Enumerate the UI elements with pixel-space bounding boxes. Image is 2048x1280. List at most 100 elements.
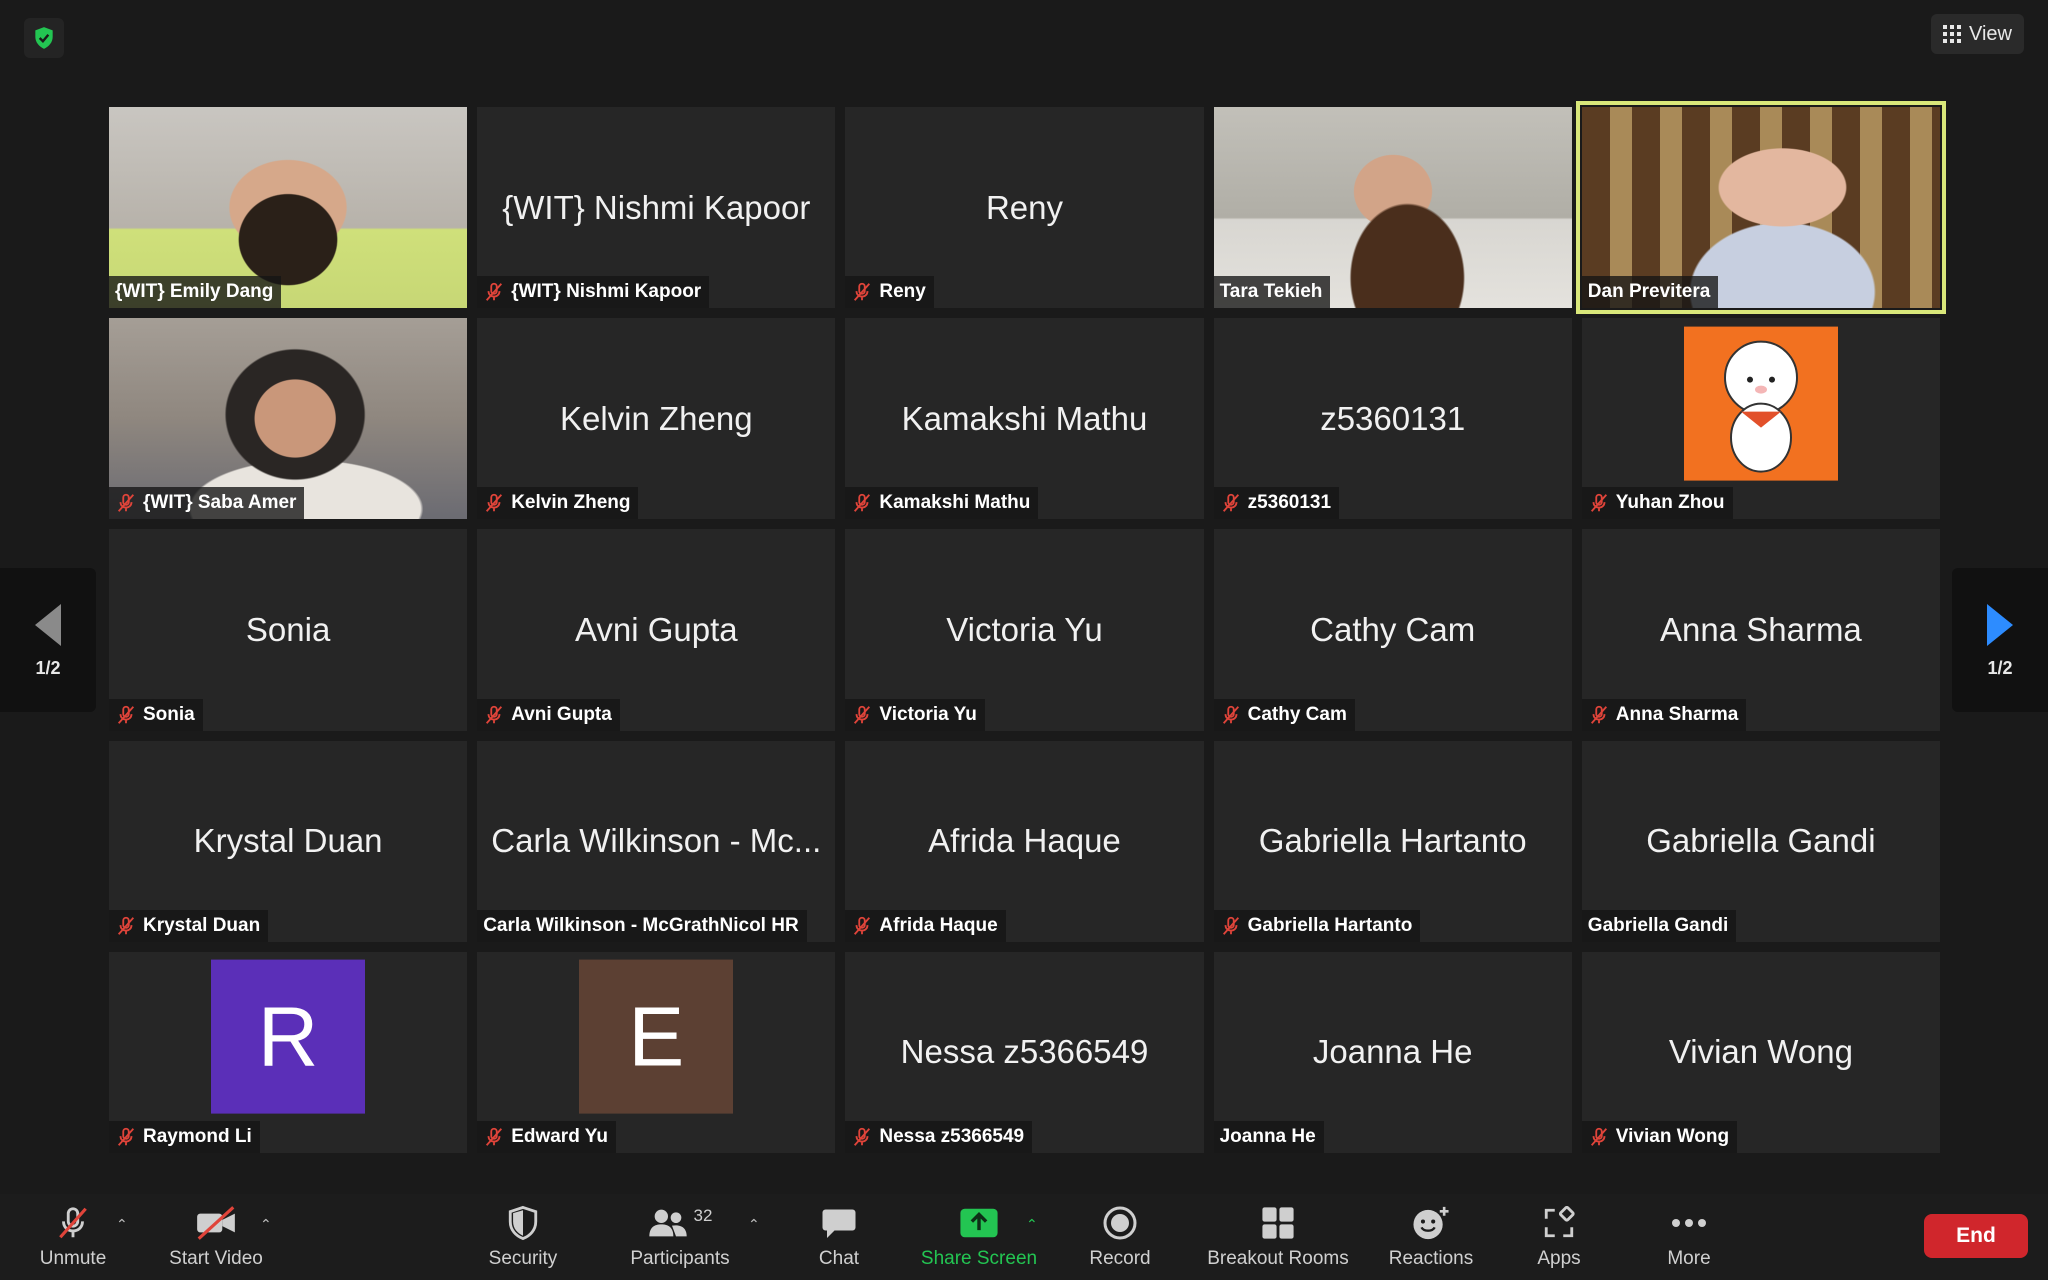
participant-tile[interactable]: Joanna He Joanna He [1213, 951, 1572, 1153]
participant-display-name: Kamakshi Mathu [901, 399, 1148, 437]
apps-label: Apps [1537, 1248, 1581, 1269]
next-page-button[interactable]: 1/2 [1952, 568, 2048, 712]
muted-mic-icon [1222, 494, 1239, 513]
participant-name-label: Avni Gupta [477, 698, 620, 731]
participant-tile-active-speaker[interactable]: Dan Previtera [1575, 100, 1947, 315]
participant-tile[interactable]: Krystal Duan Krystal Duan [109, 740, 468, 942]
reactions-label: Reactions [1388, 1248, 1474, 1269]
participant-tile[interactable]: Yuhan Zhou [1581, 318, 1940, 520]
chat-bubble-icon [822, 1209, 856, 1238]
participants-button[interactable]: 32 Participants [624, 1202, 736, 1270]
participant-tile[interactable]: Avni Gupta Avni Gupta [477, 529, 836, 731]
record-button[interactable]: Record [1082, 1202, 1158, 1270]
participant-name-label: Krystal Duan [109, 909, 269, 942]
view-label: View [1969, 22, 2012, 45]
participant-name-label: Reny [845, 276, 934, 309]
record-label: Record [1089, 1248, 1151, 1269]
participant-name-label: Nessa z5366549 [845, 1120, 1033, 1153]
participant-name-label: Sonia [109, 698, 203, 731]
muted-mic-icon [854, 283, 871, 302]
participant-gallery: {WIT} Emily Dang {WIT} Nishmi Kapoor {WI… [109, 100, 1947, 1153]
share-screen-arrow-icon [960, 1208, 998, 1238]
participant-name-label: Kelvin Zheng [477, 487, 639, 520]
share-screen-button[interactable]: Share Screen [914, 1202, 1044, 1270]
muted-mic-icon [486, 1127, 503, 1146]
muted-mic-icon [854, 494, 871, 513]
mic-off-icon [59, 1207, 87, 1239]
participant-name-label: {WIT} Nishmi Kapoor [477, 276, 710, 309]
security-label: Security [488, 1248, 558, 1269]
start-video-label: Start Video [169, 1248, 263, 1269]
participant-tile[interactable]: Afrida Haque Afrida Haque [845, 740, 1204, 942]
participant-tile[interactable]: Kelvin Zheng Kelvin Zheng [477, 318, 836, 520]
participant-name-label: Afrida Haque [845, 909, 1006, 942]
participant-tile[interactable]: {WIT} Nishmi Kapoor {WIT} Nishmi Kapoor [477, 107, 836, 309]
muted-mic-icon [854, 705, 871, 724]
participant-name-label: {WIT} Saba Amer [109, 487, 305, 520]
chat-label: Chat [818, 1248, 860, 1269]
participant-display-name: Nessa z5366549 [900, 1033, 1149, 1071]
chat-button[interactable]: Chat [806, 1202, 872, 1270]
participant-tile[interactable]: Tara Tekieh [1213, 107, 1572, 309]
participant-name-label: Raymond Li [109, 1120, 260, 1153]
participant-tile[interactable]: {WIT} Saba Amer [109, 318, 468, 520]
unmute-label: Unmute [39, 1248, 107, 1269]
apps-icon [1544, 1206, 1575, 1238]
share-options-caret[interactable]: ⌃ [1026, 1216, 1038, 1233]
participants-label: Participants [630, 1248, 730, 1269]
unmute-button[interactable]: Unmute [30, 1202, 116, 1270]
participant-display-name: Kelvin Zheng [559, 399, 753, 437]
muted-mic-icon [117, 916, 135, 935]
more-button[interactable]: More [1656, 1202, 1722, 1270]
muted-mic-icon [854, 1127, 871, 1146]
audio-options-caret[interactable]: ⌃ [116, 1216, 128, 1233]
video-options-caret[interactable]: ⌃ [260, 1216, 272, 1233]
participant-tile[interactable]: Carla Wilkinson - Mc... Carla Wilkinson … [477, 740, 836, 942]
page-indicator-left: 1/2 [35, 657, 61, 678]
security-button[interactable]: Security [476, 1202, 570, 1270]
breakout-rooms-button[interactable]: Breakout Rooms [1200, 1202, 1356, 1270]
breakout-rooms-grid-icon [1262, 1207, 1294, 1239]
participant-tile[interactable]: Kamakshi Mathu Kamakshi Mathu [845, 318, 1204, 520]
participant-tile[interactable]: Cathy Cam Cathy Cam [1213, 529, 1572, 731]
participant-name-label: Edward Yu [477, 1120, 616, 1153]
participants-icon [648, 1209, 687, 1237]
apps-button[interactable]: Apps [1526, 1202, 1592, 1270]
end-meeting-button[interactable]: End [1924, 1214, 2028, 1258]
muted-mic-icon [854, 916, 871, 935]
muted-mic-icon [1222, 705, 1239, 724]
participant-tile[interactable]: {WIT} Emily Dang [109, 107, 468, 309]
participant-tile[interactable]: Gabriella Hartanto Gabriella Hartanto [1213, 740, 1572, 942]
cartoon-sheep-icon [1723, 340, 1798, 473]
record-icon [1103, 1206, 1137, 1240]
participant-tile[interactable]: Nessa z5366549 Nessa z5366549 [845, 951, 1204, 1153]
participants-count: 32 [693, 1206, 713, 1225]
participants-options-caret[interactable]: ⌃ [748, 1216, 760, 1233]
participant-display-name: Avni Gupta [574, 610, 738, 648]
participant-tile[interactable]: R Raymond Li [109, 951, 468, 1153]
participant-tile[interactable]: Anna Sharma Anna Sharma [1581, 529, 1940, 731]
participant-tile[interactable]: Vivian Wong Vivian Wong [1581, 951, 1940, 1153]
share-screen-label: Share Screen [920, 1248, 1038, 1269]
breakout-rooms-label: Breakout Rooms [1207, 1248, 1349, 1269]
participant-tile[interactable]: E Edward Yu [477, 951, 836, 1153]
participant-display-name: Carla Wilkinson - Mc... [491, 822, 822, 860]
initial-avatar: R [211, 959, 366, 1114]
participant-tile[interactable]: Reny Reny [845, 107, 1204, 309]
previous-page-button[interactable]: 1/2 [0, 568, 96, 712]
participant-tile[interactable]: Victoria Yu Victoria Yu [845, 529, 1204, 731]
view-button[interactable]: View [1931, 14, 2024, 54]
smiley-plus-icon [1413, 1206, 1449, 1240]
participant-tile[interactable]: z5360131 z5360131 [1213, 318, 1572, 520]
participant-name-label: z5360131 [1213, 487, 1340, 520]
participant-display-name: z5360131 [1320, 399, 1466, 437]
participant-display-name: Sonia [245, 610, 331, 648]
start-video-button[interactable]: Start Video [160, 1202, 272, 1270]
participant-tile[interactable]: Sonia Sonia [109, 529, 468, 731]
muted-mic-icon [1590, 705, 1607, 724]
participant-name-label: Vivian Wong [1581, 1120, 1738, 1153]
muted-mic-icon [117, 494, 135, 513]
encryption-shield-badge[interactable] [24, 18, 64, 58]
participant-tile[interactable]: Gabriella Gandi Gabriella Gandi [1581, 740, 1940, 942]
reactions-button[interactable]: Reactions [1384, 1202, 1478, 1270]
